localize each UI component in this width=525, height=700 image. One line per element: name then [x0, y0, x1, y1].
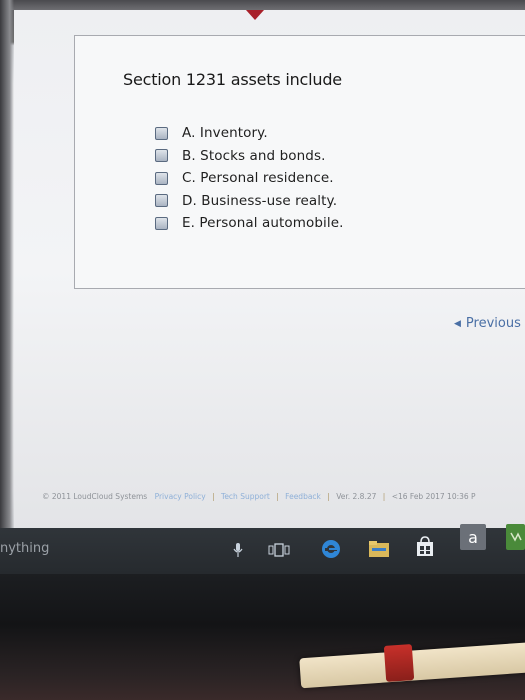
checkbox[interactable]	[155, 149, 168, 163]
monitor-bezel-top	[0, 0, 525, 10]
monitor-bezel-bottom	[0, 574, 525, 700]
answer-option-d[interactable]: D. Business-use realty.	[155, 190, 344, 213]
date-text: <16 Feb 2017 10:36 P	[391, 492, 476, 501]
question-card: Section 1231 assets include A. Inventory…	[74, 35, 525, 289]
chevron-left-icon: ◀	[454, 318, 461, 329]
answer-option-a[interactable]: A. Inventory.	[155, 122, 344, 145]
header-accent-tab	[246, 10, 264, 20]
page-footer: © 2011 LoudCloud Systems Privacy Policy …	[42, 492, 476, 501]
option-label: A. Inventory.	[182, 125, 268, 142]
search-box-text[interactable]: nything	[0, 541, 49, 556]
answer-option-e[interactable]: E. Personal automobile.	[155, 212, 344, 235]
edge-browser-icon[interactable]	[318, 536, 344, 562]
quiz-page: Section 1231 assets include A. Inventory…	[14, 10, 525, 530]
monitor-bezel-left	[0, 0, 14, 545]
microphone-icon[interactable]	[228, 538, 248, 562]
task-view-icon[interactable]	[266, 538, 292, 562]
option-label: E. Personal automobile.	[182, 215, 344, 232]
feedback-link[interactable]: Feedback	[285, 492, 321, 501]
option-label: D. Business-use realty.	[182, 192, 338, 209]
checkbox[interactable]	[155, 194, 168, 208]
option-label: B. Stocks and bonds.	[182, 147, 326, 164]
checkbox[interactable]	[155, 171, 168, 185]
footer-separator: |	[382, 492, 386, 501]
answer-option-b[interactable]: B. Stocks and bonds.	[155, 145, 344, 168]
checkbox[interactable]	[155, 126, 168, 140]
version-text: Ver. 2.8.27	[336, 492, 377, 501]
footer-separator: |	[212, 492, 215, 501]
answer-options: A. Inventory. B. Stocks and bonds. C. Pe…	[155, 122, 344, 235]
tech-support-link[interactable]: Tech Support	[221, 492, 270, 501]
pen-cap	[383, 644, 415, 682]
copyright-text: © 2011 LoudCloud Systems	[42, 492, 148, 501]
amazon-icon[interactable]: a	[460, 524, 486, 550]
store-icon[interactable]	[412, 534, 438, 560]
question-navigation: ◀ Previous |	[454, 316, 525, 331]
answer-option-c[interactable]: C. Personal residence.	[155, 167, 344, 190]
question-title: Section 1231 assets include	[123, 70, 342, 89]
app-icon[interactable]	[506, 524, 525, 550]
option-label: C. Personal residence.	[182, 170, 334, 187]
footer-separator: |	[327, 492, 330, 501]
previous-link[interactable]: Previous	[466, 316, 521, 331]
screen: Section 1231 assets include A. Inventory…	[0, 0, 525, 700]
amazon-letter: a	[468, 527, 478, 547]
checkbox[interactable]	[155, 216, 168, 230]
privacy-policy-link[interactable]: Privacy Policy	[155, 492, 206, 501]
windows-taskbar: nything a	[0, 524, 525, 574]
file-explorer-icon[interactable]	[366, 536, 392, 562]
footer-separator: |	[276, 492, 279, 501]
